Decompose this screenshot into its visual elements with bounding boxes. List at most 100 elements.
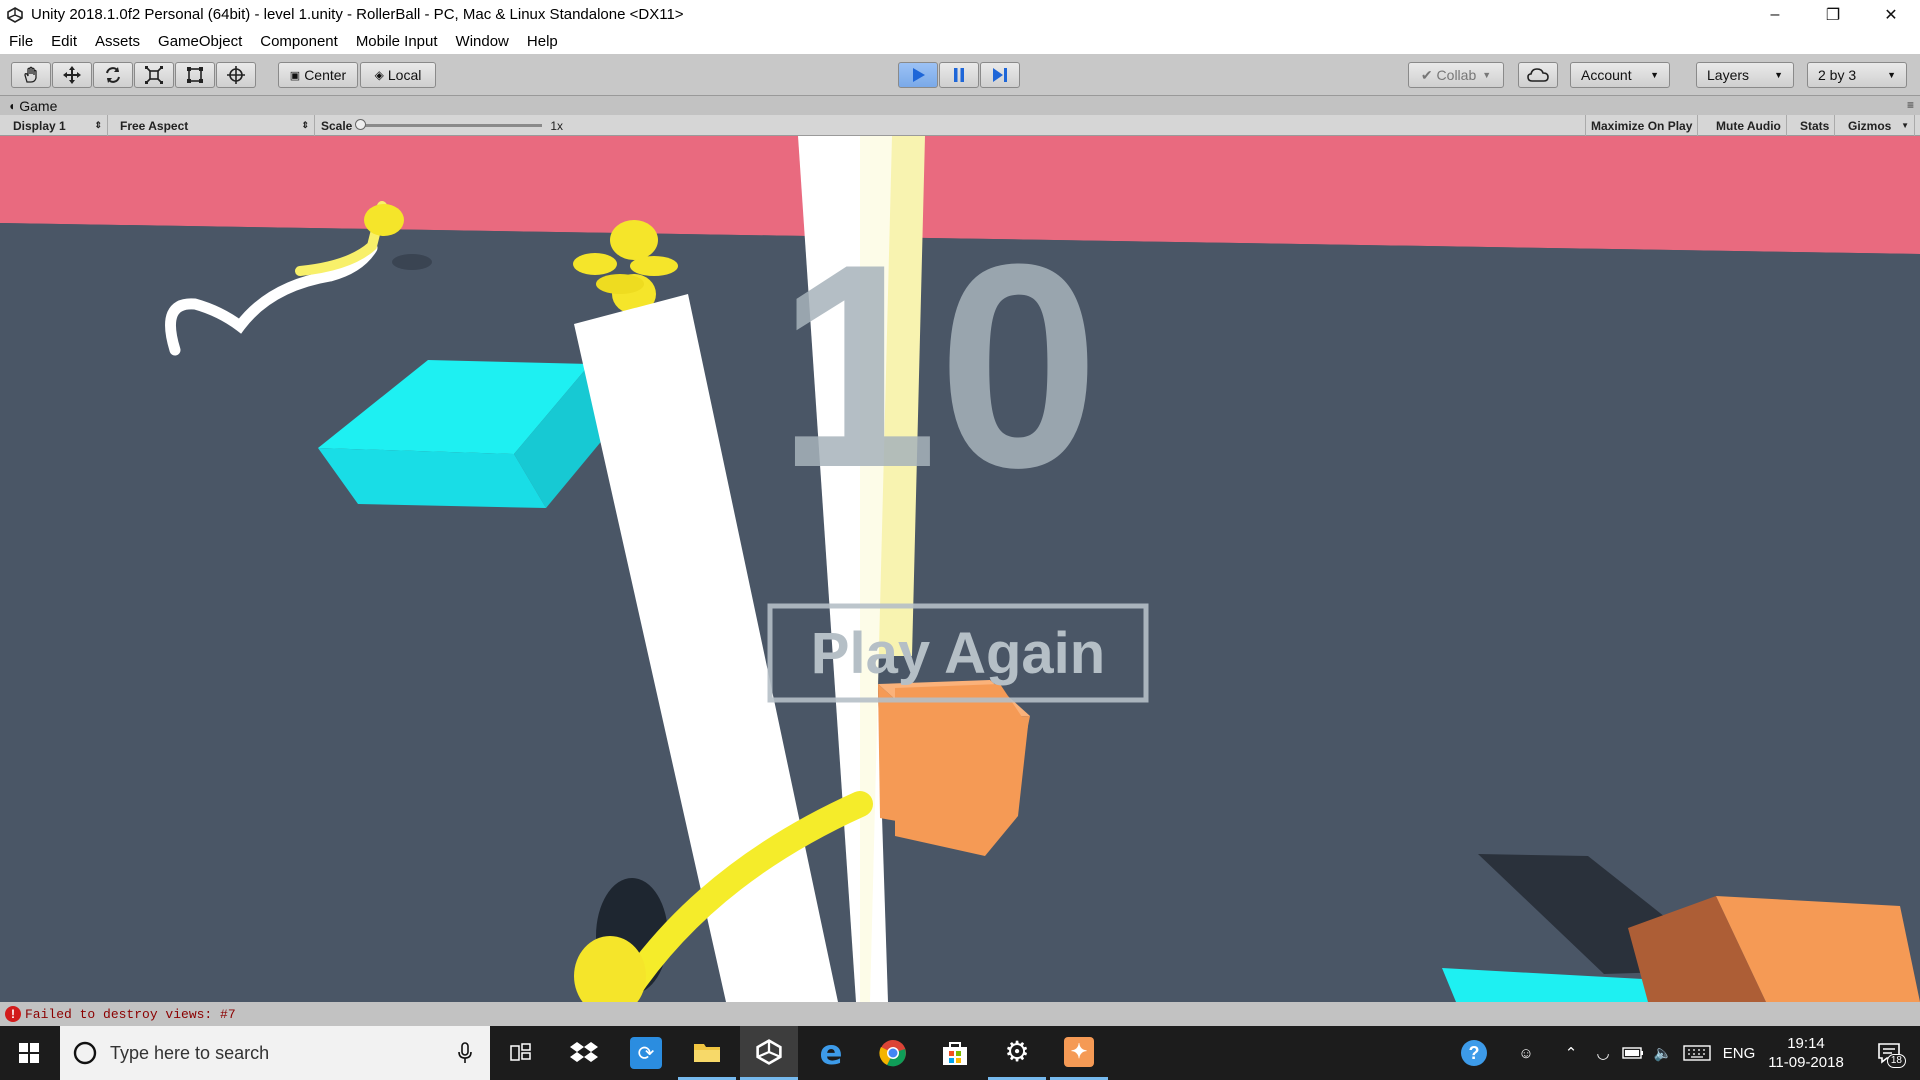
pause-icon	[954, 68, 964, 82]
chevron-up-icon[interactable]: ⌃	[1556, 1026, 1586, 1080]
status-bar: ! Failed to destroy views: #7	[0, 1002, 1920, 1026]
tab-game-label: Game	[19, 97, 58, 114]
play-icon	[913, 68, 925, 82]
mute-label: Mute Audio	[1716, 118, 1781, 133]
game-scene: 10 Play Again	[0, 136, 1920, 1002]
app2-icon[interactable]: ✦	[1050, 1026, 1108, 1080]
stats-toggle[interactable]: Stats	[1795, 115, 1836, 136]
settings-icon[interactable]: ⚙	[988, 1026, 1046, 1080]
battery-icon[interactable]	[1618, 1026, 1648, 1080]
aspect-dropdown[interactable]: Free Aspect ⇕	[115, 115, 315, 136]
menu-mobile-input[interactable]: Mobile Input	[347, 33, 447, 50]
score-text: 10	[777, 204, 1100, 528]
menu-file[interactable]: File	[0, 33, 42, 50]
notification-badge: 18	[1886, 1054, 1906, 1068]
play-button[interactable]	[898, 62, 938, 88]
coin-shadow	[392, 254, 432, 270]
error-icon: !	[5, 1006, 21, 1022]
panel-menu-icon[interactable]: ≡	[1907, 98, 1914, 112]
game-control-bar: Display 1 ⇕ Free Aspect ⇕ Scale 1x Maxim…	[0, 115, 1920, 136]
hand-tool-icon[interactable]	[11, 62, 51, 88]
volume-icon[interactable]: 🔈	[1648, 1026, 1678, 1080]
layout-label: 2 by 3	[1818, 67, 1857, 83]
menu-assets[interactable]: Assets	[86, 33, 149, 50]
mute-audio-toggle[interactable]: Mute Audio	[1711, 115, 1787, 136]
pivot-icon: ▣	[289, 69, 301, 82]
coin	[573, 253, 617, 275]
language-indicator[interactable]: ENG	[1720, 1026, 1758, 1080]
cloud-button[interactable]	[1518, 62, 1558, 88]
display-label: Display 1	[13, 118, 66, 133]
account-dropdown[interactable]: Account ▼	[1570, 62, 1670, 88]
rotate-tool-icon[interactable]	[93, 62, 133, 88]
keyboard-icon[interactable]	[1680, 1026, 1714, 1080]
menu-window[interactable]: Window	[447, 33, 518, 50]
transform-tool-icon[interactable]	[216, 62, 256, 88]
updown-icon: ⇕	[94, 120, 102, 130]
dropbox-icon[interactable]	[555, 1026, 613, 1080]
scale-slider[interactable]	[355, 119, 543, 130]
menu-component[interactable]: Component	[251, 33, 347, 50]
aspect-label: Free Aspect	[120, 118, 189, 133]
clock-time: 19:14	[1787, 1035, 1825, 1052]
pivot-label: Center	[304, 67, 347, 83]
chrome-icon[interactable]	[864, 1026, 922, 1080]
space-local-button[interactable]: ◈ Local	[360, 62, 436, 88]
unity-icon[interactable]	[740, 1026, 798, 1080]
tab-game[interactable]: ◖ Game	[8, 96, 57, 115]
close-icon[interactable]: ✕	[1862, 0, 1920, 29]
move-tool-icon[interactable]	[52, 62, 92, 88]
clock-date: 11-09-2018	[1768, 1054, 1844, 1071]
coin	[596, 274, 644, 294]
main-toolbar: ▣ Center ◈ Local ✔ Collab ▼ Account ▼ La…	[0, 54, 1920, 96]
scale-label: Scale	[321, 118, 353, 133]
coin	[364, 204, 404, 236]
people-icon[interactable]: ☺	[1504, 1026, 1548, 1080]
edge-icon[interactable]: e	[802, 1026, 860, 1080]
store-icon[interactable]	[926, 1026, 984, 1080]
chevron-down-icon: ▼	[1482, 70, 1492, 80]
menu-bar: File Edit Assets GameObject Component Mo…	[0, 29, 1920, 54]
account-label: Account	[1581, 67, 1632, 83]
layers-dropdown[interactable]: Layers ▼	[1696, 62, 1794, 88]
rect-tool-icon[interactable]	[175, 62, 215, 88]
start-button[interactable]	[0, 1026, 58, 1080]
play-again-button[interactable]: Play Again	[767, 603, 1149, 703]
scale-slider-thumb[interactable]	[355, 119, 367, 130]
updown-icon: ⇕	[301, 120, 309, 130]
menu-help[interactable]: Help	[518, 33, 567, 50]
maximize-on-play-toggle[interactable]: Maximize On Play	[1585, 115, 1699, 136]
cortana-icon	[73, 1041, 97, 1065]
notification-center-icon[interactable]: 18	[1864, 1026, 1914, 1080]
layout-dropdown[interactable]: 2 by 3 ▼	[1807, 62, 1907, 88]
coin	[610, 220, 658, 260]
menu-edit[interactable]: Edit	[42, 33, 86, 50]
display-dropdown[interactable]: Display 1 ⇕	[8, 115, 108, 136]
status-message[interactable]: Failed to destroy views: #7	[25, 1007, 236, 1022]
cloud-icon	[1527, 68, 1549, 82]
clock[interactable]: 19:14 11-09-2018	[1766, 1026, 1846, 1080]
pivot-center-button[interactable]: ▣ Center	[278, 62, 358, 88]
file-explorer-icon[interactable]	[678, 1026, 736, 1080]
unity-logo-icon	[3, 3, 27, 27]
scale-control: Scale 1x	[316, 115, 576, 136]
menu-gameobject[interactable]: GameObject	[149, 33, 251, 50]
game-viewport[interactable]: 10 Play Again	[0, 136, 1920, 1002]
step-button[interactable]	[980, 62, 1020, 88]
taskbar-search[interactable]: Type here to search	[60, 1026, 490, 1080]
scale-tool-icon[interactable]	[134, 62, 174, 88]
space-label: Local	[387, 67, 422, 83]
microphone-icon[interactable]	[458, 1042, 472, 1064]
game-tab-bar: ◖ Game ≡	[0, 96, 1920, 115]
collab-button[interactable]: ✔ Collab ▼	[1408, 62, 1504, 88]
app-icon[interactable]: ⟳	[617, 1026, 675, 1080]
wifi-icon[interactable]: ◡	[1588, 1026, 1618, 1080]
help-icon[interactable]: ?	[1452, 1026, 1496, 1080]
restore-icon[interactable]: ❐	[1804, 0, 1862, 29]
chevron-down-icon: ▼	[1650, 70, 1659, 80]
gizmos-dropdown[interactable]: Gizmos ▼	[1843, 115, 1915, 136]
minimize-icon[interactable]: –	[1746, 0, 1804, 29]
gizmos-label: Gizmos	[1848, 118, 1892, 133]
pause-button[interactable]	[939, 62, 979, 88]
task-view-icon[interactable]	[492, 1026, 550, 1080]
